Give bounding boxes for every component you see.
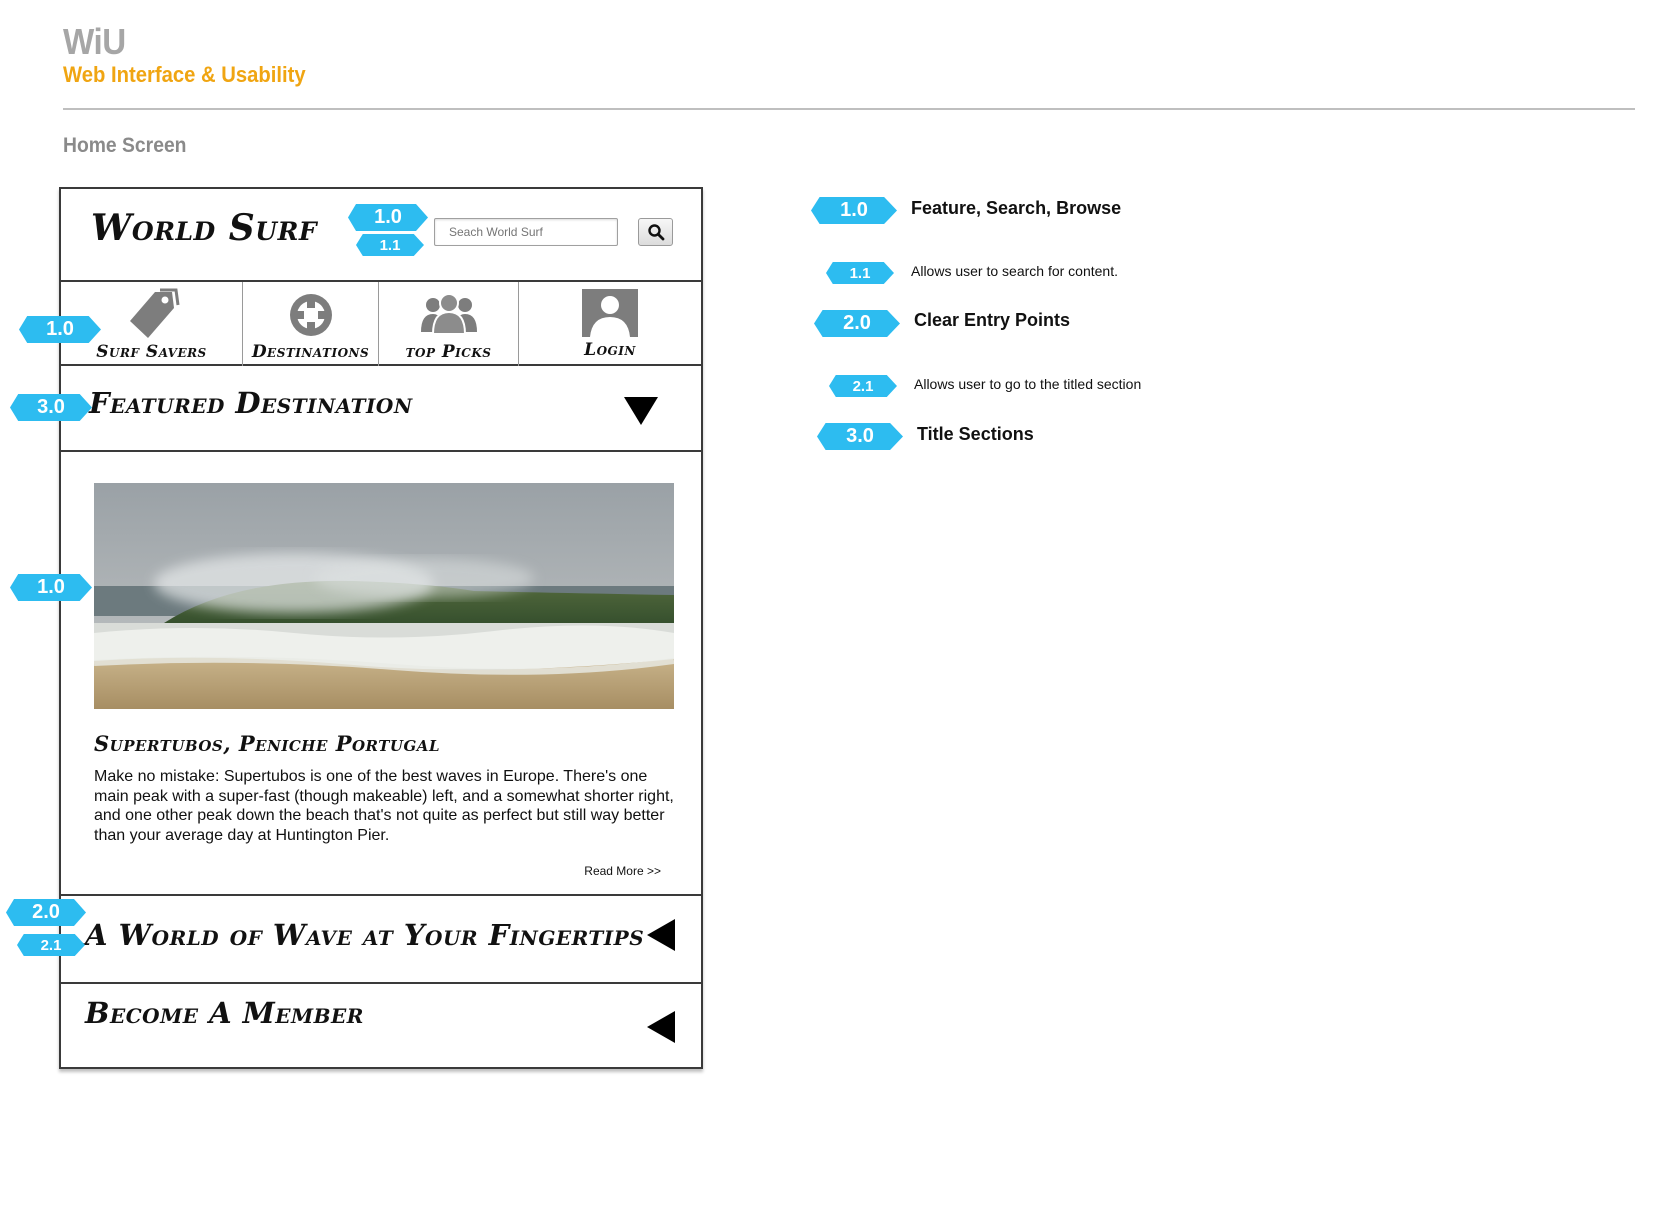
wave-photo bbox=[94, 483, 674, 709]
brand-subtitle: Web Interface & Usability bbox=[63, 62, 306, 87]
group-icon bbox=[420, 293, 477, 335]
crosshair-icon bbox=[289, 294, 332, 336]
legend-badge-2-0: 2.0 bbox=[814, 310, 900, 337]
featured-destination-heading[interactable]: Supertubos, Peniche Portugal bbox=[94, 731, 440, 756]
legend-badge-3-0: 3.0 bbox=[817, 423, 903, 450]
annotation-badge-photo: 1.0 bbox=[10, 574, 92, 601]
nav-item-top-picks[interactable]: top Picks bbox=[379, 282, 519, 366]
wireframe-frame: World Surf Surf Savers bbox=[59, 187, 703, 1069]
member-arrow-icon[interactable] bbox=[647, 1011, 675, 1043]
legend-badge-1-1: 1.1 bbox=[826, 262, 894, 284]
member-section-title: Become A Member bbox=[85, 996, 364, 1030]
legend-description-2-1: Allows user to go to the titled section bbox=[914, 376, 1142, 392]
search-input[interactable] bbox=[434, 218, 618, 246]
nav-bar: Surf Savers Destinations top Picks Login bbox=[61, 280, 701, 366]
legend-description-1-1: Allows user to search for content. bbox=[911, 263, 1118, 279]
annotation-badge-world-sub: 2.1 bbox=[17, 934, 85, 956]
annotation-badge-featured: 3.0 bbox=[10, 394, 92, 421]
collapse-arrow-icon[interactable] bbox=[647, 919, 675, 951]
member-section-header[interactable]: Become A Member bbox=[61, 984, 701, 1067]
world-section-title: A World of Wave at Your Fingertips bbox=[85, 918, 645, 952]
read-more-link[interactable]: Read More >> bbox=[531, 864, 661, 878]
search-icon bbox=[647, 224, 664, 241]
featured-section-title: Featured Destination bbox=[89, 386, 413, 420]
legend-badge-2-1: 2.1 bbox=[829, 375, 897, 397]
annotation-badge-nav: 1.0 bbox=[19, 316, 101, 343]
nav-label-destinations: Destinations bbox=[251, 342, 370, 362]
expand-arrow-icon[interactable] bbox=[624, 397, 658, 425]
nav-item-login[interactable]: Login bbox=[519, 282, 701, 366]
annotation-badge-search: 1.0 bbox=[348, 204, 428, 231]
featured-section-header[interactable]: Featured Destination bbox=[61, 366, 701, 452]
screen-label: Home Screen bbox=[63, 134, 187, 157]
featured-destination-description: Make no mistake: Supertubos is one of th… bbox=[94, 768, 674, 844]
legend-badge-1-0: 1.0 bbox=[811, 197, 897, 224]
featured-photo[interactable] bbox=[94, 483, 674, 709]
annotation-badge-search-sub: 1.1 bbox=[356, 234, 424, 256]
legend-heading-2-0: Clear Entry Points bbox=[914, 310, 1071, 330]
legend-heading-1-0: Feature, Search, Browse bbox=[911, 198, 1122, 218]
app-logo[interactable]: World Surf bbox=[91, 207, 317, 249]
user-icon bbox=[582, 289, 638, 337]
tag-icon bbox=[129, 288, 179, 338]
world-section-header[interactable]: A World of Wave at Your Fingertips bbox=[61, 894, 701, 984]
nav-item-destinations[interactable]: Destinations bbox=[243, 282, 379, 366]
header-divider bbox=[63, 108, 1635, 110]
nav-label-top-picks: top Picks bbox=[405, 342, 492, 362]
nav-label-surf-savers: Surf Savers bbox=[96, 342, 207, 362]
nav-label-login: Login bbox=[584, 340, 636, 360]
brand-title: WiU bbox=[63, 21, 126, 62]
legend-heading-3-0: Title Sections bbox=[917, 424, 1034, 444]
annotation-badge-world: 2.0 bbox=[6, 899, 86, 926]
search-button[interactable] bbox=[638, 218, 673, 246]
